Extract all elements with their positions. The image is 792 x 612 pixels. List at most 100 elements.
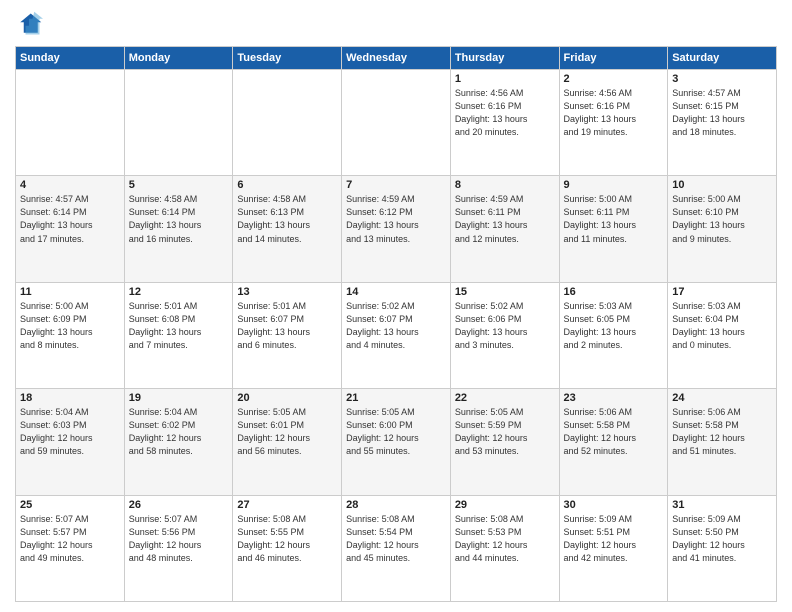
calendar-cell: 11 Sunrise: 5:00 AMSunset: 6:09 PMDayligh… [16,282,125,388]
day-number: 23 [564,392,664,404]
day-info: Sunrise: 5:07 AMSunset: 5:57 PMDaylight:… [20,513,120,565]
day-info: Sunrise: 5:01 AMSunset: 6:08 PMDaylight:… [129,300,229,352]
day-info: Sunrise: 4:56 AMSunset: 6:16 PMDaylight:… [564,87,664,139]
weekday-monday: Monday [124,47,233,70]
week-row-1: 4Sunrise: 4:57 AMSunset: 6:14 PMDaylight… [16,176,777,282]
logo-icon [15,10,43,38]
day-info: Sunrise: 5:05 AMSunset: 6:00 PMDaylight:… [346,406,446,458]
week-row-4: 25 Sunrise: 5:07 AMSunset: 5:57 PMDayligh… [16,495,777,601]
day-number: 24 [672,392,772,404]
calendar-cell [342,70,451,176]
day-number: 29 [455,499,555,511]
week-row-2: 11 Sunrise: 5:00 AMSunset: 6:09 PMDayligh… [16,282,777,388]
calendar-cell: 10Sunrise: 5:00 AMSunset: 6:10 PMDayligh… [668,176,777,282]
day-number: 27 [237,499,337,511]
day-number: 28 [346,499,446,511]
day-info: Sunrise: 5:04 AMSunset: 6:02 PMDaylight:… [129,406,229,458]
calendar-cell: 21 Sunrise: 5:05 AMSunset: 6:00 PMDayligh… [342,389,451,495]
weekday-wednesday: Wednesday [342,47,451,70]
calendar-cell: 23 Sunrise: 5:06 AMSunset: 5:58 PMDayligh… [559,389,668,495]
calendar-cell: 31 Sunrise: 5:09 AMSunset: 5:50 PMDayligh… [668,495,777,601]
day-info: Sunrise: 4:58 AMSunset: 6:13 PMDaylight:… [237,193,337,245]
weekday-header-row: SundayMondayTuesdayWednesdayThursdayFrid… [16,47,777,70]
day-number: 21 [346,392,446,404]
day-number: 15 [455,286,555,298]
day-info: Sunrise: 5:02 AMSunset: 6:06 PMDaylight:… [455,300,555,352]
calendar-cell: 18 Sunrise: 5:04 AMSunset: 6:03 PMDayligh… [16,389,125,495]
weekday-thursday: Thursday [450,47,559,70]
calendar-table: SundayMondayTuesdayWednesdayThursdayFrid… [15,46,777,602]
calendar-cell: 25 Sunrise: 5:07 AMSunset: 5:57 PMDayligh… [16,495,125,601]
day-number: 12 [129,286,229,298]
calendar-page: SundayMondayTuesdayWednesdayThursdayFrid… [0,0,792,612]
calendar-cell: 24Sunrise: 5:06 AMSunset: 5:58 PMDayligh… [668,389,777,495]
day-number: 19 [129,392,229,404]
calendar-cell: 14Sunrise: 5:02 AMSunset: 6:07 PMDayligh… [342,282,451,388]
week-row-3: 18 Sunrise: 5:04 AMSunset: 6:03 PMDayligh… [16,389,777,495]
day-number: 17 [672,286,772,298]
calendar-cell: 12 Sunrise: 5:01 AMSunset: 6:08 PMDayligh… [124,282,233,388]
day-number: 9 [564,179,664,191]
day-number: 25 [20,499,120,511]
day-info: Sunrise: 5:00 AMSunset: 6:09 PMDaylight:… [20,300,120,352]
day-number: 3 [672,73,772,85]
day-number: 6 [237,179,337,191]
calendar-cell [124,70,233,176]
day-info: Sunrise: 4:59 AMSunset: 6:11 PMDaylight:… [455,193,555,245]
calendar-cell: 9Sunrise: 5:00 AMSunset: 6:11 PMDaylight… [559,176,668,282]
calendar-cell: 27 Sunrise: 5:08 AMSunset: 5:55 PMDayligh… [233,495,342,601]
day-number: 14 [346,286,446,298]
day-info: Sunrise: 5:01 AMSunset: 6:07 PMDaylight:… [237,300,337,352]
weekday-saturday: Saturday [668,47,777,70]
day-number: 1 [455,73,555,85]
calendar-cell: 16 Sunrise: 5:03 AMSunset: 6:05 PMDayligh… [559,282,668,388]
calendar-cell: 17Sunrise: 5:03 AMSunset: 6:04 PMDayligh… [668,282,777,388]
calendar-cell: 7Sunrise: 4:59 AMSunset: 6:12 PMDaylight… [342,176,451,282]
day-info: Sunrise: 5:04 AMSunset: 6:03 PMDaylight:… [20,406,120,458]
header [15,10,777,38]
day-info: Sunrise: 5:07 AMSunset: 5:56 PMDaylight:… [129,513,229,565]
calendar-body: 1 Sunrise: 4:56 AMSunset: 6:16 PMDaylight… [16,70,777,602]
day-number: 26 [129,499,229,511]
calendar-cell: 8Sunrise: 4:59 AMSunset: 6:11 PMDaylight… [450,176,559,282]
day-info: Sunrise: 5:05 AMSunset: 6:01 PMDaylight:… [237,406,337,458]
day-info: Sunrise: 5:03 AMSunset: 6:05 PMDaylight:… [564,300,664,352]
week-row-0: 1 Sunrise: 4:56 AMSunset: 6:16 PMDaylight… [16,70,777,176]
day-info: Sunrise: 4:58 AMSunset: 6:14 PMDaylight:… [129,193,229,245]
calendar-cell: 29 Sunrise: 5:08 AMSunset: 5:53 PMDayligh… [450,495,559,601]
day-info: Sunrise: 5:08 AMSunset: 5:54 PMDaylight:… [346,513,446,565]
calendar-cell: 13 Sunrise: 5:01 AMSunset: 6:07 PMDayligh… [233,282,342,388]
calendar-cell: 4Sunrise: 4:57 AMSunset: 6:14 PMDaylight… [16,176,125,282]
calendar-cell: 26 Sunrise: 5:07 AMSunset: 5:56 PMDayligh… [124,495,233,601]
day-number: 2 [564,73,664,85]
day-info: Sunrise: 5:08 AMSunset: 5:53 PMDaylight:… [455,513,555,565]
day-info: Sunrise: 4:56 AMSunset: 6:16 PMDaylight:… [455,87,555,139]
day-number: 16 [564,286,664,298]
calendar-cell: 5 Sunrise: 4:58 AMSunset: 6:14 PMDaylight… [124,176,233,282]
day-info: Sunrise: 5:06 AMSunset: 5:58 PMDaylight:… [564,406,664,458]
calendar-cell: 15 Sunrise: 5:02 AMSunset: 6:06 PMDayligh… [450,282,559,388]
day-info: Sunrise: 5:09 AMSunset: 5:50 PMDaylight:… [672,513,772,565]
calendar-cell: 3 Sunrise: 4:57 AMSunset: 6:15 PMDaylight… [668,70,777,176]
calendar-cell: 28 Sunrise: 5:08 AMSunset: 5:54 PMDayligh… [342,495,451,601]
calendar-cell: 19 Sunrise: 5:04 AMSunset: 6:02 PMDayligh… [124,389,233,495]
calendar-cell: 30 Sunrise: 5:09 AMSunset: 5:51 PMDayligh… [559,495,668,601]
calendar-cell [16,70,125,176]
day-info: Sunrise: 4:59 AMSunset: 6:12 PMDaylight:… [346,193,446,245]
calendar-cell [233,70,342,176]
weekday-sunday: Sunday [16,47,125,70]
day-number: 5 [129,179,229,191]
day-info: Sunrise: 4:57 AMSunset: 6:15 PMDaylight:… [672,87,772,139]
calendar-cell: 20Sunrise: 5:05 AMSunset: 6:01 PMDayligh… [233,389,342,495]
day-number: 31 [672,499,772,511]
calendar-cell: 2 Sunrise: 4:56 AMSunset: 6:16 PMDaylight… [559,70,668,176]
day-info: Sunrise: 4:57 AMSunset: 6:14 PMDaylight:… [20,193,120,245]
day-info: Sunrise: 5:00 AMSunset: 6:10 PMDaylight:… [672,193,772,245]
day-number: 18 [20,392,120,404]
day-info: Sunrise: 5:05 AMSunset: 5:59 PMDaylight:… [455,406,555,458]
day-info: Sunrise: 5:08 AMSunset: 5:55 PMDaylight:… [237,513,337,565]
day-number: 11 [20,286,120,298]
day-number: 13 [237,286,337,298]
day-number: 30 [564,499,664,511]
day-info: Sunrise: 5:09 AMSunset: 5:51 PMDaylight:… [564,513,664,565]
